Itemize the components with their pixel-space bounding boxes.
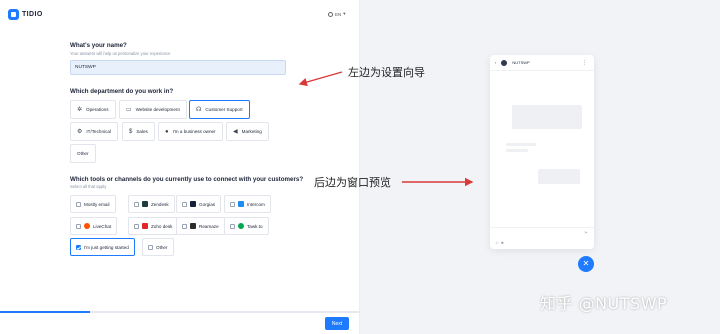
tool-option-label: I'm just getting started xyxy=(84,244,129,250)
tool-option-gorgias[interactable]: Gorgias xyxy=(176,195,222,213)
language-selector[interactable]: EN ▾ xyxy=(328,11,346,17)
dept-option-label: I'm a business owner xyxy=(172,129,216,134)
dept-option-business-owner[interactable]: ● I'm a business owner xyxy=(158,122,223,141)
send-icon: ➢ xyxy=(583,230,588,236)
dept-option-sales[interactable]: $ Sales xyxy=(122,122,155,141)
zoho-logo-icon xyxy=(142,223,148,229)
tools-hint: Select all that apply xyxy=(70,184,107,189)
dept-option-label: Other xyxy=(77,151,89,156)
tool-option-label: Zoho desk xyxy=(151,223,173,229)
dept-option-label: Customer Support xyxy=(205,107,243,112)
annotation-right: 后边为窗口预览 xyxy=(314,176,391,189)
checkbox[interactable] xyxy=(148,244,153,250)
watermark: 知乎 @NUTSWP xyxy=(540,294,668,313)
tool-option-label: Other xyxy=(156,244,168,250)
checkbox[interactable] xyxy=(76,223,81,229)
zendesk-logo-icon xyxy=(142,201,148,207)
tool-option-other[interactable]: Other xyxy=(142,238,174,256)
headset-icon: ☊ xyxy=(196,106,202,113)
window-icon: ▭ xyxy=(126,106,132,113)
gorgias-logo-icon xyxy=(190,201,196,207)
avatar xyxy=(501,59,508,66)
setup-wizard-panel: TIDIO EN ▾ What's your name? Your answer… xyxy=(0,0,360,334)
tool-option-intercom[interactable]: Intercom xyxy=(224,195,271,213)
message-placeholder xyxy=(512,105,582,129)
dept-option-label: Website development xyxy=(135,107,180,112)
reamaze-logo-icon xyxy=(190,223,196,229)
widget-header: ‹ NUTSWP xyxy=(490,55,594,71)
tool-option-zendesk[interactable]: Zendesk xyxy=(128,195,175,213)
dept-option-other[interactable]: Other xyxy=(70,144,96,163)
tawkto-logo-icon xyxy=(238,223,244,229)
message-placeholder xyxy=(538,169,580,184)
dept-option-label: IT/Technical xyxy=(86,129,111,134)
name-hint: Your answers will help us personalize yo… xyxy=(70,51,171,56)
department-question: Which department do you work in? xyxy=(70,88,174,95)
name-question: What's your name? xyxy=(70,42,127,49)
dollar-icon: $ xyxy=(129,128,133,135)
tidio-logo-icon xyxy=(8,9,19,20)
logo-text: TIDIO xyxy=(22,11,43,18)
back-arrow-icon: ‹ xyxy=(495,60,497,65)
tool-option-label: LiveChat xyxy=(93,223,112,229)
language-label: EN xyxy=(335,11,342,17)
checkbox[interactable] xyxy=(182,201,187,207)
checkbox[interactable] xyxy=(134,223,139,229)
checkbox[interactable] xyxy=(230,223,235,229)
name-input[interactable] xyxy=(70,60,286,75)
tool-option-tawkto[interactable]: Tawk.to xyxy=(224,217,269,235)
progress-fill xyxy=(0,311,90,313)
annotation-left: 左边为设置向导 xyxy=(348,66,425,79)
checkbox[interactable] xyxy=(182,223,187,229)
intercom-logo-icon xyxy=(238,201,244,207)
message-placeholder xyxy=(506,143,536,146)
logo: TIDIO xyxy=(8,9,43,20)
livechat-logo-icon xyxy=(84,223,90,229)
tool-option-just-getting-started[interactable]: I'm just getting started xyxy=(70,238,135,256)
globe-icon xyxy=(328,11,333,17)
more-options-icon: ⋮ xyxy=(582,60,588,66)
tool-option-mostly-email[interactable]: Mostly email xyxy=(70,195,116,213)
dept-option-operations[interactable]: ✲ Operations xyxy=(70,100,116,119)
dept-option-label: Marketing xyxy=(241,129,262,134)
close-widget-button[interactable]: ✕ xyxy=(578,256,594,272)
dept-option-marketing[interactable]: ◀ Marketing xyxy=(226,122,269,141)
person-icon: ● xyxy=(165,128,169,135)
dept-option-label: Operations xyxy=(86,107,109,112)
chat-widget-preview: ‹ NUTSWP ⋮ ☺ ☻ ➢ xyxy=(490,55,594,249)
tool-option-label: Reamaze xyxy=(199,223,219,229)
tool-option-zoho-desk[interactable]: Zoho desk xyxy=(128,217,179,235)
next-button[interactable]: Next xyxy=(325,317,349,330)
cog-icon: ⚙ xyxy=(77,128,83,135)
checkbox[interactable] xyxy=(76,201,81,207)
progress-bar xyxy=(0,311,360,313)
dept-option-website-development[interactable]: ▭ Website development xyxy=(119,100,187,119)
tool-option-label: Zendesk xyxy=(151,201,169,207)
dept-option-label: Sales xyxy=(136,129,148,134)
tool-option-label: Gorgias xyxy=(199,201,216,207)
tool-option-label: Intercom xyxy=(247,201,265,207)
dept-option-it-technical[interactable]: ⚙ IT/Technical xyxy=(70,122,118,141)
tool-option-reamaze[interactable]: Reamaze xyxy=(176,217,225,235)
checkbox[interactable] xyxy=(230,201,235,207)
tools-question: Which tools or channels do you currently… xyxy=(70,176,304,183)
gear-icon: ✲ xyxy=(77,106,83,113)
checkbox-checked[interactable] xyxy=(76,244,81,250)
megaphone-icon: ◀ xyxy=(233,128,238,135)
checkbox[interactable] xyxy=(134,201,139,207)
chevron-down-icon: ▾ xyxy=(343,11,346,16)
emoji-icon: ☺ ☻ xyxy=(495,240,505,245)
widget-title: NUTSWP xyxy=(512,60,530,65)
widget-footer: ☺ ☻ ➢ xyxy=(490,227,594,249)
message-placeholder xyxy=(506,149,528,152)
tool-option-label: Tawk.to xyxy=(247,223,263,229)
tool-option-label: Mostly email xyxy=(84,201,110,207)
dept-option-customer-support[interactable]: ☊ Customer Support xyxy=(189,100,250,119)
tool-option-livechat[interactable]: LiveChat xyxy=(70,217,118,235)
